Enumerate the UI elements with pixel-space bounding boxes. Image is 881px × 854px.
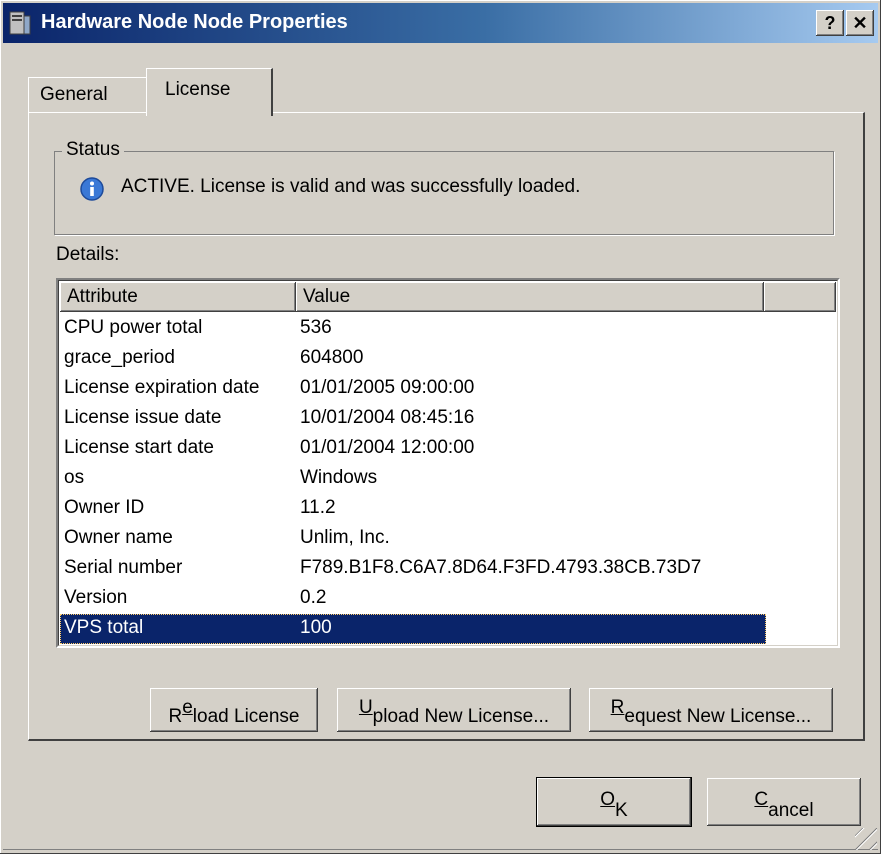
close-button[interactable]: ✕ [846, 10, 874, 36]
list-item[interactable]: License expiration date 01/01/2005 09:00… [60, 374, 766, 404]
list-item[interactable]: Version 0.2 [60, 584, 766, 614]
list-item[interactable]: License start date 01/01/2004 12:00:00 [60, 434, 766, 464]
tab-license-label: License [165, 79, 231, 100]
list-item[interactable]: CPU power total 536 [60, 314, 766, 344]
window-title: Hardware Node Node Properties [41, 11, 348, 33]
info-icon [80, 177, 104, 201]
list-item[interactable]: os Windows [60, 464, 766, 494]
properties-dialog: Hardware Node Node Properties ? ✕ Genera… [0, 0, 881, 854]
list-item[interactable]: Owner ID 11.2 [60, 494, 766, 524]
tab-license[interactable]: License [146, 68, 273, 116]
status-group-legend: Status [62, 139, 124, 161]
column-header-value[interactable]: Value [296, 282, 764, 312]
title-bar[interactable]: Hardware Node Node Properties ? ✕ [3, 3, 878, 43]
bottom-edge [3, 849, 878, 850]
license-details-list[interactable]: Attribute Value CPU power total 536 grac… [56, 278, 840, 648]
reload-license-button[interactable]: Reload License [150, 688, 318, 732]
server-icon [9, 11, 31, 35]
column-header-attribute[interactable]: Attribute [60, 282, 296, 312]
resize-grip-icon[interactable] [855, 828, 877, 850]
status-message: ACTIVE. License is valid and was success… [121, 176, 581, 197]
ok-button[interactable]: OK [537, 778, 691, 826]
list-item[interactable]: License issue date 10/01/2004 08:45:16 [60, 404, 766, 434]
list-item-selected[interactable]: VPS total 100 [60, 614, 766, 644]
upload-new-license-button[interactable]: Upload New License... [337, 688, 571, 732]
tab-general[interactable]: General [28, 77, 147, 114]
cancel-button[interactable]: Cancel [707, 778, 861, 826]
column-header-blank[interactable] [764, 282, 836, 312]
tab-general-label: General [40, 84, 108, 105]
details-label: Details: [56, 244, 120, 265]
list-item[interactable]: Serial number F789.B1F8.C6A7.8D64.F3FD.4… [60, 554, 766, 584]
list-item[interactable]: Owner name Unlim, Inc. [60, 524, 766, 554]
help-button[interactable]: ? [816, 10, 844, 36]
request-new-license-button[interactable]: Request New License... [589, 688, 833, 732]
list-item[interactable]: grace_period 604800 [60, 344, 766, 374]
